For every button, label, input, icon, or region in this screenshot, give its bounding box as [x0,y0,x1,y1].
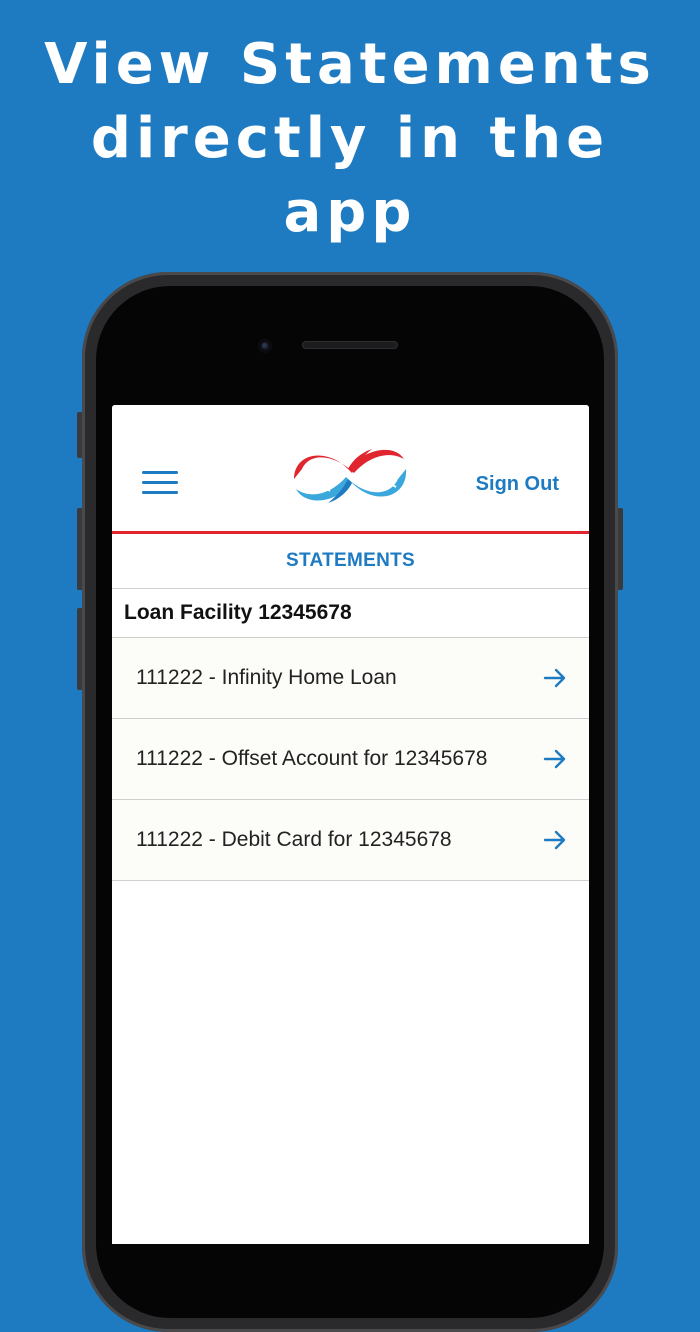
arrow-right-icon [543,830,566,850]
account-label: 111222 - Infinity Home Loan [136,666,397,689]
front-camera [258,339,272,353]
promo-headline-line-1: View Statements [44,32,656,97]
arrow-right-icon [543,668,566,688]
facility-header: Loan Facility 12345678 [112,589,589,638]
account-row-debit-card[interactable]: 111222 - Debit Card for 12345678 [112,800,589,881]
infinity-logo-icon [294,449,407,503]
account-label: 111222 - Debit Card for 12345678 [136,828,452,851]
page-title: STATEMENTS [112,534,589,589]
earpiece-speaker [302,341,398,349]
hamburger-menu-icon[interactable] [140,469,180,497]
arrow-right-icon [543,749,566,769]
promo-headline-line-3: app [283,180,417,245]
account-row-offset-account[interactable]: 111222 - Offset Account for 12345678 [112,719,589,800]
promo-headline-line-2: directly in the [90,106,610,171]
promo-headline: View Statements directly in the app [0,28,700,250]
account-list: 111222 - Infinity Home Loan 111222 - Off… [112,638,589,881]
account-row-home-loan[interactable]: 111222 - Infinity Home Loan [112,638,589,719]
sign-out-button[interactable]: Sign Out [476,473,559,496]
app-screen: Sign Out STATEMENTS Loan Facility 123456… [112,405,589,1244]
app-header: Sign Out [112,405,589,534]
account-label: 111222 - Offset Account for 12345678 [136,747,488,770]
